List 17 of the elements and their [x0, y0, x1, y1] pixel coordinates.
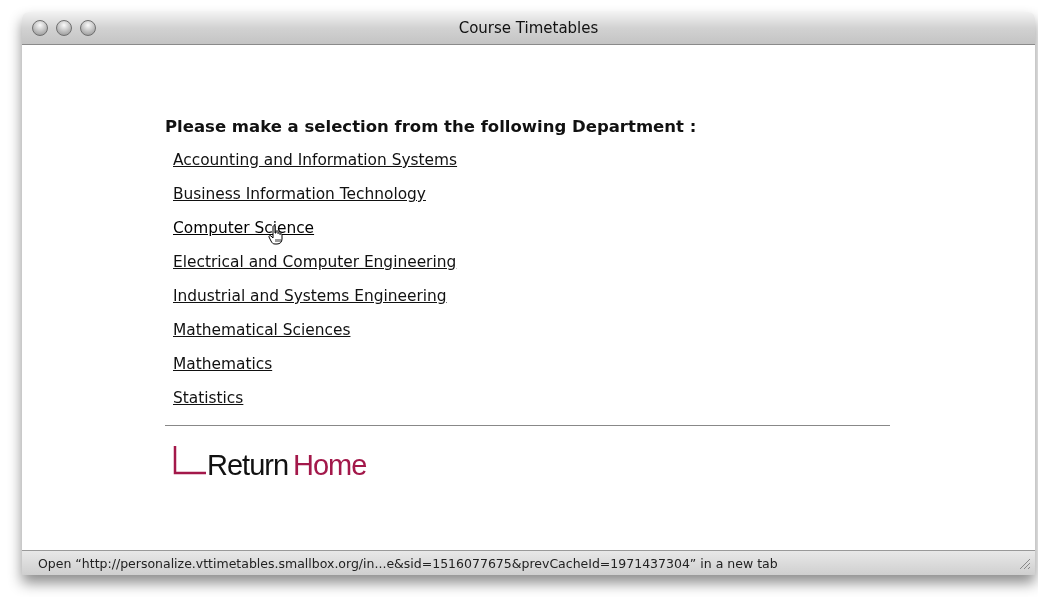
- return-home-link[interactable]: Return Home: [173, 446, 367, 482]
- department-link[interactable]: Mathematical Sciences: [173, 321, 351, 339]
- department-link[interactable]: Accounting and Information Systems: [173, 151, 458, 169]
- status-text: Open “http://personalize.vttimetables.smallbox.org/in...e&sid=1516077675&prevCacheId=1971437304” in a new tab: [38, 555, 779, 571]
- department-link[interactable]: Computer Science: [173, 219, 315, 237]
- corner-line-icon: [173, 446, 207, 476]
- department-link[interactable]: Business Information Technology: [173, 185, 426, 203]
- heading: Please make a selection from the following Department :: [165, 117, 698, 136]
- window-control-button[interactable]: [80, 20, 96, 36]
- window-control-button[interactable]: [32, 20, 48, 36]
- window-control-button[interactable]: [56, 20, 72, 36]
- department-link[interactable]: Industrial and Systems Engineering: [173, 287, 447, 305]
- department-link[interactable]: Mathematics: [173, 355, 273, 373]
- department-link[interactable]: Statistics: [173, 389, 244, 407]
- department-link[interactable]: Electrical and Computer Engineering: [173, 253, 457, 271]
- window-title: Course Timetables: [458, 19, 599, 37]
- resize-grip-icon[interactable]: [1017, 556, 1031, 570]
